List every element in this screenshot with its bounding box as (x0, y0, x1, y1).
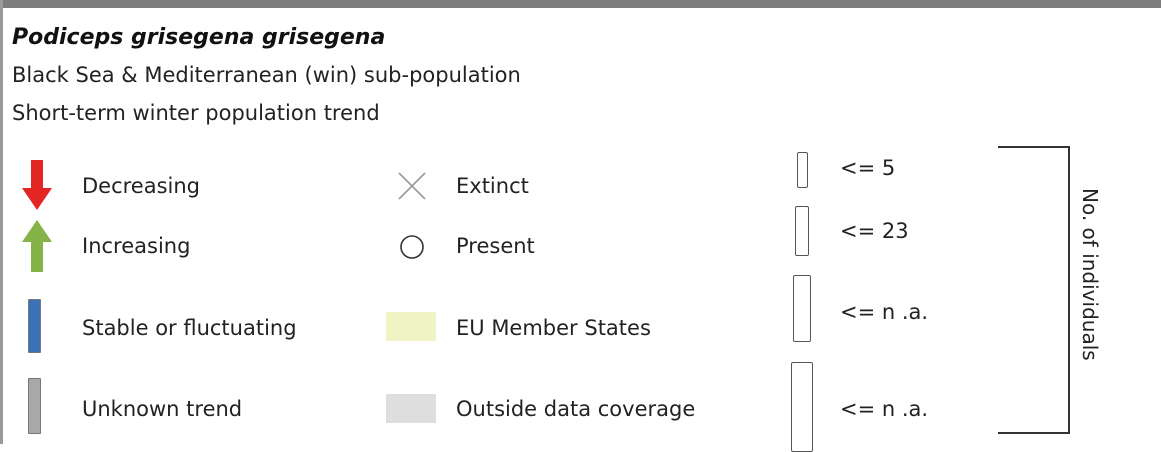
size-class-label-3: <= n .a. (840, 300, 929, 324)
left-border (0, 0, 3, 444)
size-class-label-1: <= 5 (840, 156, 896, 180)
subpopulation-label: Black Sea & Mediterranean (win) sub-popu… (12, 63, 521, 87)
down-arrow-icon (22, 160, 52, 210)
size-class-symbol-4 (791, 362, 813, 452)
size-axis-label: No. of individuals (1078, 188, 1102, 428)
circle-icon (400, 235, 424, 259)
status-label-present: Present (456, 234, 535, 258)
size-class-label-4: <= n .a. (840, 397, 929, 421)
trend-label-unknown: Unknown trend (82, 397, 243, 421)
trend-label-increasing: Increasing (82, 234, 191, 258)
species-name: Podiceps grisegena grisegena (12, 25, 386, 50)
cross-icon (398, 172, 426, 200)
size-bracket (998, 146, 1070, 434)
size-class-symbol-3 (793, 275, 811, 342)
eu-member-states-swatch (386, 312, 436, 341)
unknown-bar-icon (28, 378, 41, 434)
stable-bar-icon (28, 299, 41, 353)
status-label-outside: Outside data coverage (456, 397, 696, 421)
trend-label-decreasing: Decreasing (82, 174, 201, 198)
size-class-label-2: <= 23 (840, 219, 909, 243)
trend-title: Short-term winter population trend (12, 101, 380, 125)
top-border (0, 0, 1161, 8)
status-label-extinct: Extinct (456, 174, 529, 198)
size-axis-label-text: No. of individuals (1078, 188, 1102, 361)
up-arrow-icon (22, 220, 52, 272)
legend-panel: Podiceps grisegena grisegena Black Sea &… (0, 0, 1161, 452)
trend-label-stable: Stable or fluctuating (82, 316, 297, 340)
size-class-symbol-1 (797, 152, 808, 188)
size-class-symbol-2 (795, 206, 809, 256)
status-label-eu: EU Member States (456, 316, 651, 340)
outside-coverage-swatch (386, 394, 436, 423)
